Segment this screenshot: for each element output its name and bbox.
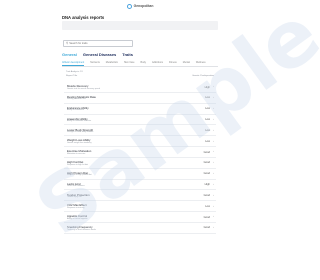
chevron-right-icon: › [213, 172, 214, 176]
trait-level: Good [203, 150, 210, 154]
chevron-right-icon: › [213, 150, 214, 154]
trait-description: Lactic acid clearance [67, 185, 85, 188]
trait-description: Response to training [67, 206, 85, 209]
page-title: DNA analysis reports [62, 15, 105, 20]
trait-row[interactable]: Endurance Ability Ability for endurance … [64, 104, 216, 115]
tab-general[interactable]: General [62, 52, 77, 57]
trait-row[interactable]: Lower Body Strength Strength of lower bo… [64, 125, 216, 137]
tab-traits[interactable]: Traits [122, 52, 133, 57]
chevron-right-icon: › [213, 204, 214, 208]
trait-description: Genetic weight loss tendency [67, 141, 92, 144]
chevron-right-icon: › [213, 139, 214, 143]
trait-level: Low [205, 139, 210, 143]
trait-description: Tendon injury risk [67, 196, 82, 199]
subtab-metabolism[interactable]: Metabolism [106, 61, 118, 64]
chevron-right-icon: › [213, 128, 214, 132]
trait-row[interactable]: VO2 Max Effect Response to training Low … [64, 201, 216, 213]
search-input[interactable] [69, 41, 130, 46]
logo-icon [126, 3, 132, 9]
trait-level: Good [203, 226, 210, 230]
chevron-right-icon: › [213, 85, 214, 89]
trait-row[interactable]: Exercise Motivation Motivation to exerci… [64, 147, 216, 158]
top-bar: Genopolitan [0, 0, 280, 12]
trait-row[interactable]: Muscle Recovery Genetic trait for muscle… [64, 82, 216, 93]
chevron-right-icon: › [213, 182, 214, 186]
trait-level: Good [203, 215, 210, 219]
trait-row[interactable]: Weight Loss Ability Genetic weight loss … [64, 136, 216, 148]
subtab-mental[interactable]: Mental [183, 61, 190, 64]
trait-description: Genetic trait for muscle recovery speed [67, 87, 100, 90]
chevron-right-icon: › [213, 193, 214, 197]
subtab-nutrients[interactable]: Nutrients [90, 61, 100, 64]
subtab-athletic[interactable]: Athletic development [62, 61, 85, 66]
trait-level: Good [203, 172, 210, 176]
trait-row[interactable]: High Fat Diet Response to high fat diet … [64, 158, 216, 169]
chevron-right-icon: › [213, 161, 214, 165]
category-tabs: General General Diseases Traits [62, 52, 133, 57]
chevron-right-icon: › [213, 117, 214, 121]
subtab-skin-care[interactable]: Skin Care [124, 61, 135, 64]
trait-row[interactable]: Lactic Acid Lactic acid clearance High › [64, 180, 216, 191]
trait-description: Strength of lower body muscles [67, 130, 94, 133]
trait-list: Muscle Recovery Genetic trait for muscle… [64, 82, 216, 234]
trait-description: Tendency to snack between meals [67, 228, 96, 231]
subcategory-tabs: Athletic development Nutrients Metabolis… [62, 61, 218, 67]
trait-description: Ability for anaerobic exercise [67, 120, 92, 123]
chevron-right-icon: › [213, 215, 214, 219]
trait-level: Low [205, 107, 210, 111]
trait-level: Low [205, 204, 210, 208]
subtab-addictions[interactable]: Addictions [152, 61, 163, 64]
column-level-label: Genetic Predisposition [192, 75, 214, 77]
column-trait-label: Report Title [66, 75, 78, 77]
search-icon: ⚲ [66, 41, 69, 45]
search-box[interactable]: ⚲ [63, 40, 133, 47]
trait-description: Motivation to exercise [67, 152, 86, 155]
results-count: Trait Analysis: 19 [66, 71, 83, 73]
trait-row[interactable]: Anaerobic Ability Ability for anaerobic … [64, 115, 216, 126]
trait-row[interactable]: Tendon Protection Tendon injury risk Goo… [64, 190, 216, 202]
info-banner [62, 21, 218, 30]
chevron-right-icon: › [213, 106, 214, 110]
trait-level: Low [205, 128, 210, 132]
trait-level: Good [203, 193, 210, 197]
trait-row[interactable]: High Protein Diet Response to high prote… [64, 169, 216, 180]
logo[interactable]: Genopolitan [126, 3, 154, 9]
trait-level: Low [205, 118, 210, 122]
trait-level: High [204, 85, 210, 89]
trait-description: Response to high protein diet [67, 174, 92, 177]
trait-description: Ability for endurance [67, 109, 85, 112]
trait-level: Good [203, 161, 210, 165]
chevron-right-icon: › [213, 96, 214, 100]
trait-row[interactable]: Snacking Frequency Tendency to snack bet… [64, 223, 216, 234]
subtab-fitness[interactable]: Fitness [169, 61, 177, 64]
subtab-wellness[interactable]: Wellness [196, 61, 206, 64]
subtab-body[interactable]: Body [141, 61, 146, 64]
chevron-right-icon: › [213, 226, 214, 230]
results-header: Trait Analysis: 19 Report Title Genetic … [66, 71, 216, 79]
trait-level: High [204, 183, 210, 187]
trait-description: Ability to control appetite [67, 217, 88, 220]
trait-row[interactable]: Appetite Control Ability to control appe… [64, 212, 216, 223]
trait-description: Resting metabolic rate [67, 98, 86, 101]
trait-level: Low [205, 96, 210, 100]
tab-general-diseases[interactable]: General Diseases [83, 52, 116, 57]
trait-description: Response to high fat diet [67, 163, 88, 166]
trait-row[interactable]: Resting Metabolic Rate Resting metabolic… [64, 93, 216, 104]
logo-text: Genopolitan [133, 4, 154, 8]
